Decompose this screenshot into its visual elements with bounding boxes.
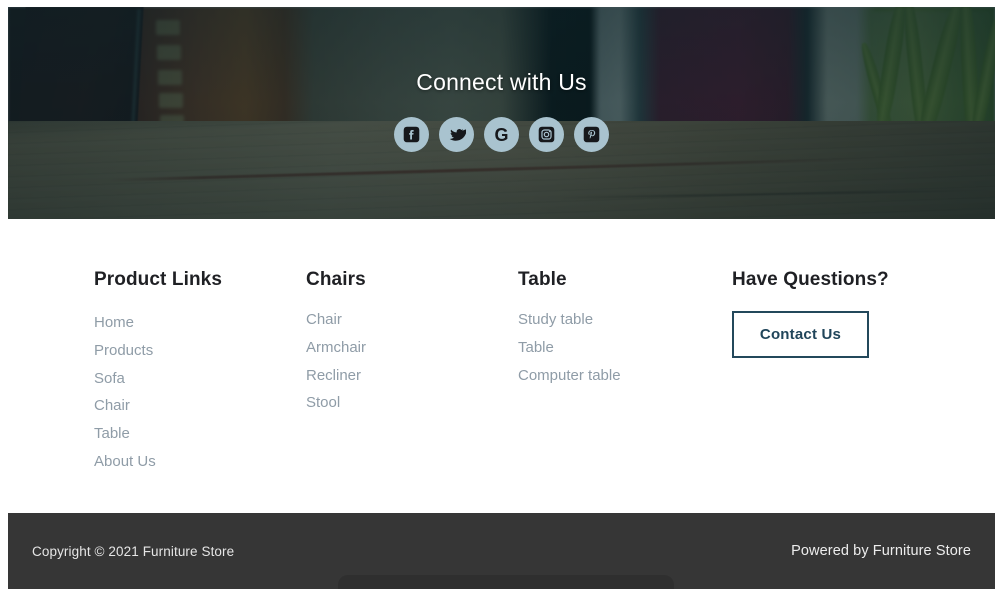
social-link-pinterest[interactable]	[574, 117, 609, 152]
list-item: Table	[518, 337, 732, 359]
footer-columns: Product Links Home Products Sofa Chair T…	[94, 269, 964, 473]
footer-column-questions: Have Questions? Contact Us	[732, 269, 957, 473]
questions-heading: Have Questions?	[732, 269, 889, 290]
list-item: Chair	[306, 309, 518, 331]
column-heading: Chairs	[306, 269, 366, 290]
contact-us-button[interactable]: Contact Us	[732, 311, 869, 358]
page-root: Connect with Us G Product Links Home Pro…	[0, 0, 1000, 589]
connect-heading: Connect with Us	[416, 69, 587, 95]
list-item: About Us	[94, 451, 306, 473]
footer-widgets: Product Links Home Products Sofa Chair T…	[8, 219, 995, 513]
footer-column-product-links: Product Links Home Products Sofa Chair T…	[94, 269, 306, 473]
copyright-bar: Copyright © 2021 Furniture Store Powered…	[8, 513, 995, 589]
footer-link-chair[interactable]: Chair	[94, 397, 130, 414]
instagram-icon	[538, 126, 555, 143]
list-item: Sofa	[94, 368, 306, 390]
footer-link-home[interactable]: Home	[94, 314, 134, 331]
pinterest-icon	[583, 126, 600, 143]
footer-link-armchair[interactable]: Armchair	[306, 339, 366, 356]
list-item: Study table	[518, 309, 732, 331]
footer-link-chair[interactable]: Chair	[306, 311, 342, 328]
footer-link-recliner[interactable]: Recliner	[306, 367, 361, 384]
table-links-list: Study table Table Computer table	[518, 309, 732, 386]
social-links-row: G	[394, 117, 609, 152]
list-item: Chair	[94, 395, 306, 417]
list-item: Table	[94, 423, 306, 445]
list-item: Armchair	[306, 337, 518, 359]
footer-link-about-us[interactable]: About Us	[94, 453, 156, 470]
hero-content: Connect with Us G	[8, 7, 995, 219]
footer-link-computer-table[interactable]: Computer table	[518, 367, 621, 384]
chairs-links-list: Chair Armchair Recliner Stool	[306, 309, 518, 414]
facebook-icon	[403, 126, 420, 143]
product-links-list: Home Products Sofa Chair Table About Us	[94, 312, 306, 473]
list-item: Home	[94, 312, 306, 334]
footer-column-table: Table Study table Table Computer table	[518, 269, 732, 473]
social-link-google[interactable]: G	[484, 117, 519, 152]
list-item: Stool	[306, 392, 518, 414]
social-link-twitter[interactable]	[439, 117, 474, 152]
copyright-text: Copyright © 2021 Furniture Store	[32, 543, 235, 559]
footer-link-sofa[interactable]: Sofa	[94, 370, 125, 387]
footer-link-table[interactable]: Table	[518, 339, 554, 356]
list-item: Products	[94, 340, 306, 362]
google-icon: G	[494, 124, 509, 145]
list-item: Computer table	[518, 365, 732, 387]
footer-column-chairs: Chairs Chair Armchair Recliner Stool	[306, 269, 518, 473]
background-shape	[338, 575, 674, 589]
connect-banner: Connect with Us G	[8, 7, 995, 219]
social-link-facebook[interactable]	[394, 117, 429, 152]
footer-link-stool[interactable]: Stool	[306, 394, 340, 411]
list-item: Recliner	[306, 365, 518, 387]
column-heading: Product Links	[94, 269, 222, 290]
social-link-instagram[interactable]	[529, 117, 564, 152]
footer-link-study-table[interactable]: Study table	[518, 311, 593, 328]
column-heading: Table	[518, 269, 567, 290]
copyright-bar-inner: Copyright © 2021 Furniture Store Powered…	[32, 543, 971, 559]
footer-link-products[interactable]: Products	[94, 342, 153, 359]
powered-by-text: Powered by Furniture Store	[791, 543, 971, 559]
footer-link-table[interactable]: Table	[94, 425, 130, 442]
twitter-icon	[448, 126, 466, 144]
